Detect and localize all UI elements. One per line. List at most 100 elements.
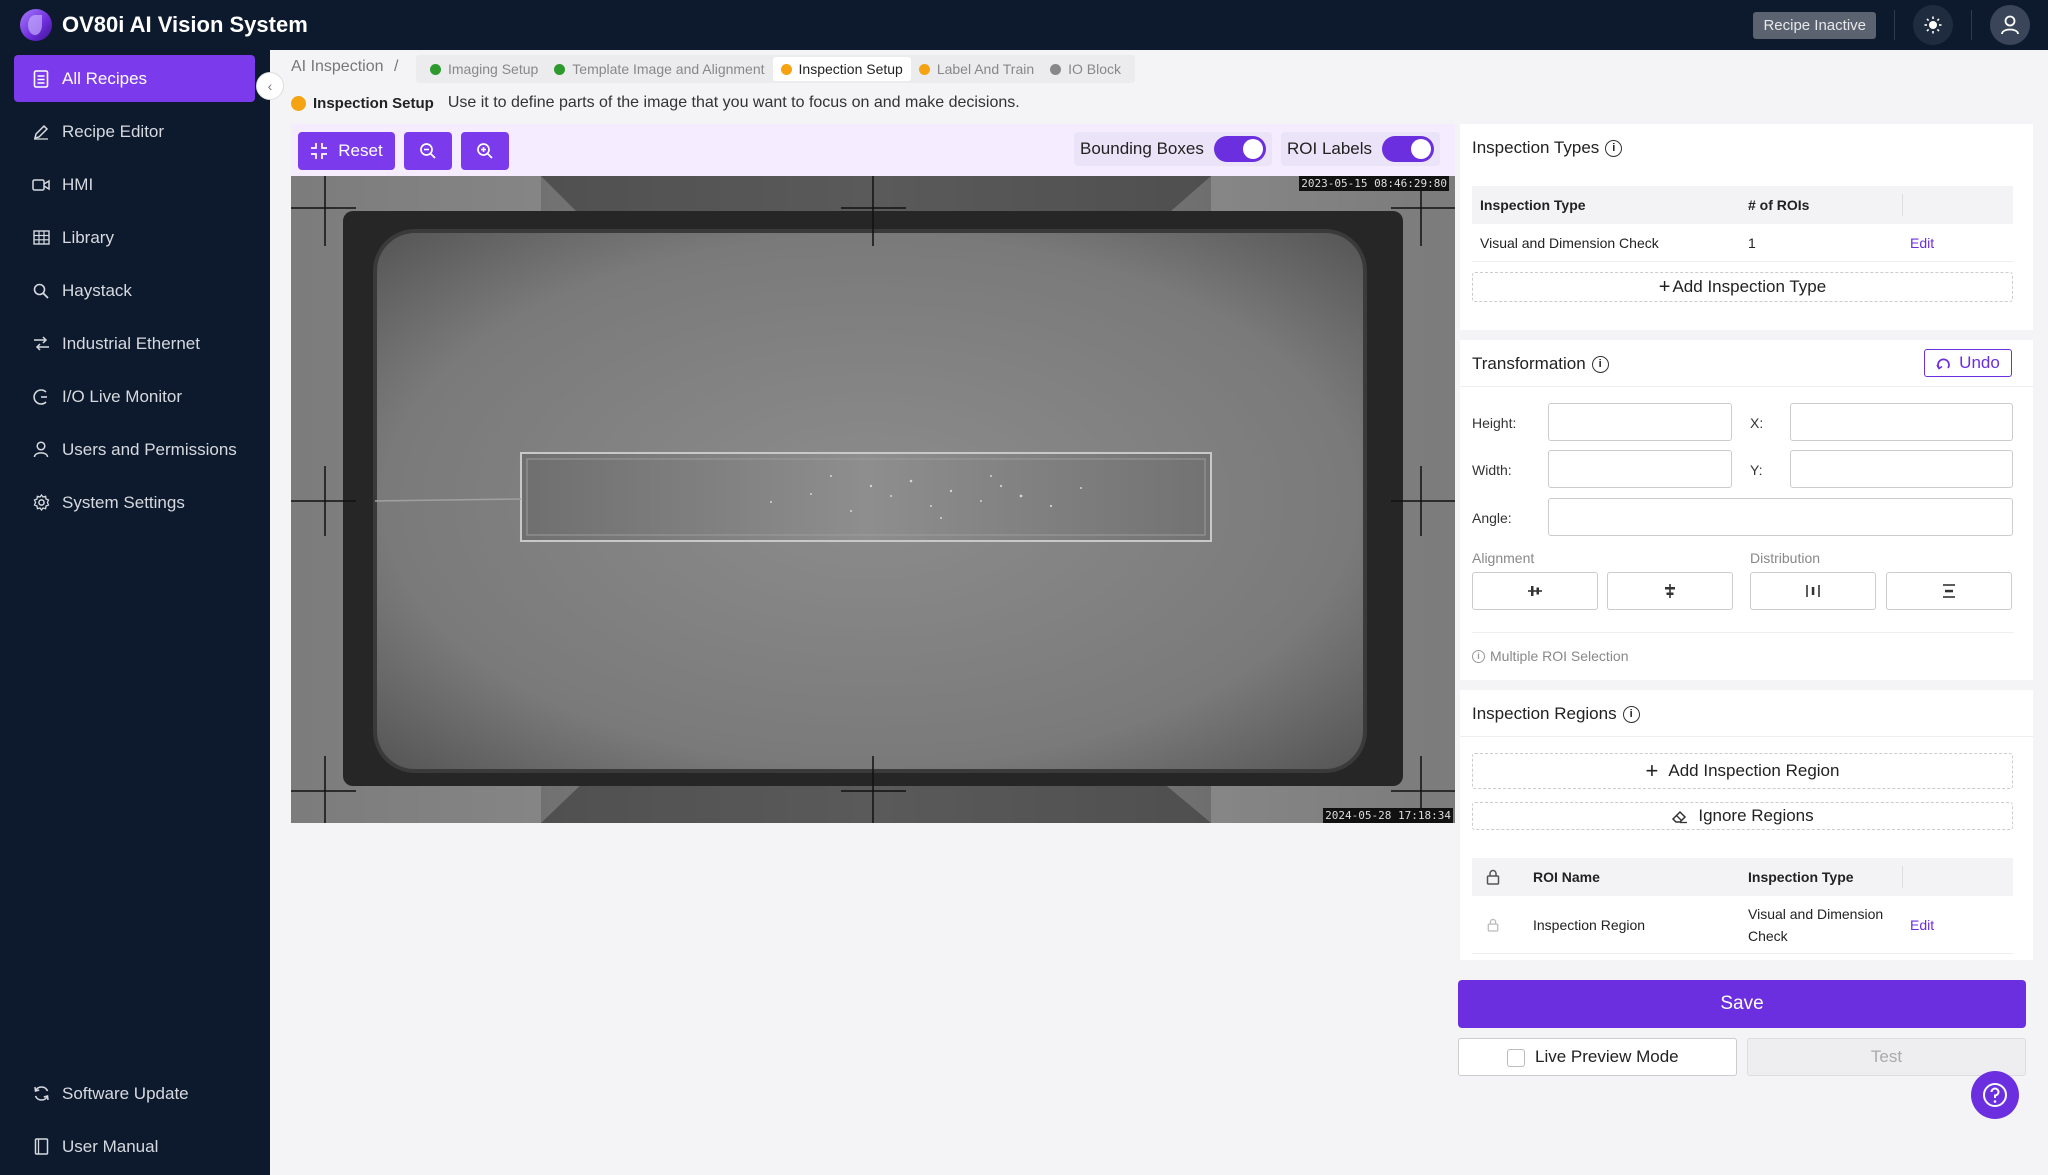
tab-label-and-train[interactable]: Label And Train [911, 57, 1042, 81]
divider [1971, 10, 1972, 40]
bounding-boxes-toggle[interactable]: Bounding Boxes [1074, 132, 1272, 166]
step-tabs: Imaging Setup Template Image and Alignme… [416, 55, 1136, 83]
chevron-left-icon: ‹ [267, 78, 273, 94]
sidebar-item-hmi[interactable]: HMI [14, 161, 255, 208]
step-title: Inspection Setup [313, 94, 434, 112]
multi-roi-selection-note: i Multiple ROI Selection [1472, 648, 1629, 664]
tab-label: Template Image and Alignment [572, 61, 765, 77]
sun-icon [1924, 16, 1942, 34]
sidebar-item-industrial-ethernet[interactable]: Industrial Ethernet [14, 320, 255, 367]
divider [1894, 10, 1895, 40]
align-horizontal-center-button[interactable] [1472, 572, 1598, 610]
status-dot [291, 95, 306, 111]
column-divider [1902, 194, 1903, 216]
roi-labels-label: ROI Labels [1287, 139, 1373, 158]
distribute-vertical-icon [1943, 584, 1955, 598]
tab-inspection-setup[interactable]: Inspection Setup [772, 57, 911, 81]
timestamp-bottom: 2024-05-28 17:18:34 [1323, 808, 1453, 823]
inspection-types-panel: Inspection Types i Inspection Type # of … [1460, 124, 2033, 330]
align-vertical-center-button[interactable] [1607, 572, 1733, 610]
sidebar-item-io-live-monitor[interactable]: I/O Live Monitor [14, 373, 255, 420]
zoom-in-button[interactable] [461, 132, 509, 170]
add-inspection-type-button[interactable]: + Add Inspection Type [1472, 272, 2013, 302]
gear-icon [32, 494, 50, 512]
zoom-out-icon [420, 143, 436, 159]
multi-roi-label: Multiple ROI Selection [1490, 648, 1629, 664]
tab-template-image-and-alignment[interactable]: Template Image and Alignment [546, 57, 772, 81]
info-icon[interactable]: i [1622, 705, 1640, 723]
undo-button[interactable]: Undo [1924, 349, 2012, 377]
distribute-vertical-button[interactable] [1886, 572, 2012, 610]
sidebar-item-user-manual[interactable]: User Manual [14, 1123, 255, 1170]
refresh-icon [32, 1085, 50, 1103]
edit-inspection-type-link[interactable]: Edit [1910, 235, 1934, 251]
sidebar-item-software-update[interactable]: Software Update [14, 1070, 255, 1117]
x-label: X: [1750, 415, 1764, 431]
book-icon [32, 1138, 50, 1156]
save-button[interactable]: Save [1458, 980, 2026, 1028]
ignore-regions-button[interactable]: Ignore Regions [1472, 802, 2013, 830]
inspection-type-name: Visual and Dimension Check [1480, 234, 1659, 251]
lock-icon[interactable] [1487, 918, 1499, 932]
info-icon[interactable]: i [1605, 139, 1623, 157]
bounding-boxes-switch[interactable] [1213, 136, 1266, 162]
y-field[interactable] [1790, 450, 2013, 488]
reset-button[interactable]: Reset [298, 132, 395, 170]
info-icon[interactable]: i [1591, 355, 1609, 373]
width-label: Width: [1472, 462, 1512, 478]
live-preview-checkbox[interactable] [1507, 1049, 1525, 1067]
user-avatar[interactable] [1990, 5, 2030, 45]
sidebar-item-all-recipes[interactable]: All Recipes [14, 55, 255, 102]
camera-image-viewport[interactable]: 2023-05-15 08:46:29:80 2024-05-28 17:18:… [291, 176, 1455, 823]
roi-labels-toggle[interactable]: ROI Labels [1281, 132, 1441, 166]
transformation-title: Transformation i [1472, 354, 1609, 374]
inspection-types-title: Inspection Types i [1472, 138, 1623, 158]
width-field[interactable] [1548, 450, 1732, 488]
collapse-sidebar-button[interactable]: ‹ [256, 72, 284, 100]
add-inspection-region-label: Add Inspection Region [1668, 761, 1840, 780]
breadcrumb-root[interactable]: AI Inspection [291, 58, 384, 75]
edit-roi-link[interactable]: Edit [1910, 917, 1934, 933]
zoom-out-button[interactable] [404, 132, 452, 170]
camera-image [291, 176, 1455, 823]
help-button[interactable] [1971, 1071, 2019, 1119]
step-header: Inspection Setup Use it to define parts … [291, 94, 1020, 112]
sidebar-item-library[interactable]: Library [14, 214, 255, 261]
reset-label: Reset [338, 141, 383, 160]
roi-labels-switch[interactable] [1382, 136, 1435, 162]
info-icon: i [1472, 649, 1485, 663]
angle-field[interactable] [1548, 498, 2013, 536]
status-dot [918, 63, 930, 75]
sidebar-item-system-settings[interactable]: System Settings [14, 479, 255, 526]
table-row[interactable]: Inspection Region Visual and Dimension C… [1472, 896, 2013, 954]
table-row: Visual and Dimension Check 1 Edit [1472, 224, 2013, 262]
sidebar-item-haystack[interactable]: Haystack [14, 267, 255, 314]
tab-io-block[interactable]: IO Block [1042, 57, 1129, 81]
distribute-horizontal-button[interactable] [1750, 572, 1876, 610]
add-inspection-region-button[interactable]: + Add Inspection Region [1472, 753, 2013, 789]
sidebar-item-recipe-editor[interactable]: Recipe Editor [14, 108, 255, 155]
distribution-label: Distribution [1750, 550, 1821, 566]
roi-inspection-type-line: Visual and Dimension [1748, 905, 1884, 922]
grid-icon [32, 229, 50, 247]
pencil-icon [32, 123, 50, 141]
height-field[interactable] [1548, 403, 1732, 441]
test-button[interactable]: Test [1747, 1038, 2026, 1076]
sidebar-item-label: Industrial Ethernet [62, 333, 200, 353]
ethernet-icon [32, 335, 50, 353]
sidebar-item-users-and-permissions[interactable]: Users and Permissions [14, 426, 255, 473]
roi-count: 1 [1748, 234, 1756, 251]
sidebar: All Recipes Recipe Editor HMI Library Ha… [0, 50, 270, 1175]
image-toolbar: Reset Bounding Boxes ROI Labels [291, 124, 1455, 176]
x-field[interactable] [1790, 403, 2013, 441]
lock-icon[interactable] [1486, 869, 1500, 885]
status-dot [780, 63, 792, 75]
tab-label: Label And Train [936, 61, 1035, 77]
theme-toggle-button[interactable] [1913, 5, 1953, 45]
status-dot [1050, 63, 1062, 75]
roi-inspection-type: Visual and Dimension Check [1748, 903, 1883, 947]
eraser-icon [1672, 810, 1688, 823]
inspection-regions-title: Inspection Regions i [1472, 704, 1640, 724]
tab-imaging-setup[interactable]: Imaging Setup [422, 57, 546, 81]
live-preview-mode-toggle[interactable]: Live Preview Mode [1458, 1038, 1737, 1076]
